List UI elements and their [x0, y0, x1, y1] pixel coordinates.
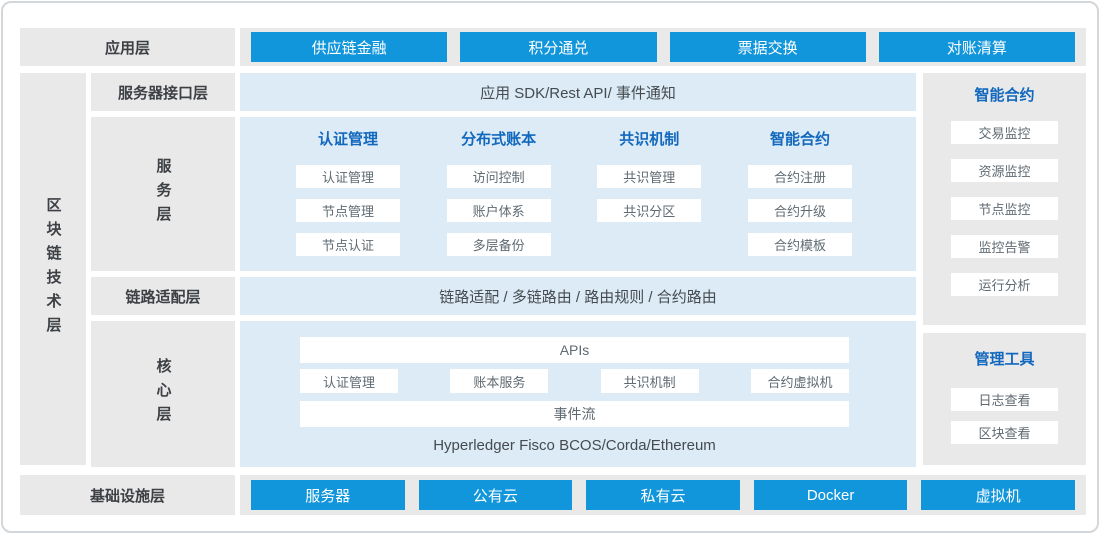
- core-item: 合约虚拟机: [751, 369, 849, 393]
- monitor-panel-header: 智能合约: [974, 85, 1034, 107]
- blockchain-tech-layer-label: 区块链技术层: [20, 73, 86, 465]
- service-item: 合约模板: [748, 233, 852, 256]
- core-platforms-text: Hyperledger Fisco BCOS/Corda/Ethereum: [300, 435, 849, 457]
- app-button-points-exchange: 积分通兑: [460, 32, 656, 62]
- link-adapter-layer-content: 链路适配 / 多链路由 / 路由规则 / 合约路由: [240, 277, 916, 315]
- app-button-supply-chain-finance: 供应链金融: [251, 32, 447, 62]
- infra-button-private-cloud: 私有云: [586, 480, 740, 510]
- service-column-consensus-header: 共识机制: [619, 129, 679, 151]
- tools-panel: 管理工具 日志查看 区块查看: [923, 333, 1086, 465]
- service-item: 合约升级: [748, 199, 852, 222]
- monitor-item: 节点监控: [951, 197, 1058, 220]
- service-layer-panel: 认证管理 认证管理 节点管理 节点认证 分布式账本 访问控制 账户体系 多层备份…: [240, 117, 916, 271]
- service-column-ledger: 分布式账本 访问控制 账户体系 多层备份: [447, 129, 551, 271]
- infra-button-public-cloud: 公有云: [419, 480, 573, 510]
- service-item: 认证管理: [296, 165, 400, 188]
- service-item: 节点管理: [296, 199, 400, 222]
- service-column-auth: 认证管理 认证管理 节点管理 节点认证: [296, 129, 400, 271]
- infra-button-server: 服务器: [251, 480, 405, 510]
- service-item: 节点认证: [296, 233, 400, 256]
- architecture-diagram: 应用层 供应链金融 积分通兑 票据交换 对账清算 区块链技术层 服务器接口层 应…: [1, 1, 1099, 533]
- service-column-contract: 智能合约 合约注册 合约升级 合约模板: [748, 129, 852, 271]
- core-item: 账本服务: [450, 369, 548, 393]
- monitor-item: 运行分析: [951, 273, 1058, 296]
- core-event-stream-bar: 事件流: [300, 401, 849, 427]
- service-column-consensus: 共识机制 共识管理 共识分区: [597, 129, 701, 271]
- server-interface-layer-content: 应用 SDK/Rest API/ 事件通知: [240, 73, 916, 111]
- tools-item: 区块查看: [951, 421, 1058, 444]
- service-column-ledger-header: 分布式账本: [461, 129, 536, 151]
- monitor-panel: 智能合约 交易监控 资源监控 节点监控 监控告警 运行分析: [923, 73, 1086, 325]
- service-column-auth-header: 认证管理: [318, 129, 378, 151]
- core-item: 共识机制: [601, 369, 699, 393]
- infra-button-vm: 虚拟机: [921, 480, 1075, 510]
- tools-panel-header: 管理工具: [974, 349, 1034, 371]
- app-layer-label: 应用层: [20, 28, 235, 66]
- service-item: 访问控制: [447, 165, 551, 188]
- tools-item: 日志查看: [951, 388, 1058, 411]
- monitor-item: 交易监控: [951, 121, 1058, 144]
- infra-button-docker: Docker: [754, 480, 908, 510]
- service-item: 合约注册: [748, 165, 852, 188]
- app-layer-button-row: 供应链金融 积分通兑 票据交换 对账清算: [240, 28, 1086, 66]
- core-item: 认证管理: [300, 369, 398, 393]
- service-column-contract-header: 智能合约: [770, 129, 830, 151]
- service-item: 共识管理: [597, 165, 701, 188]
- infra-layer-label: 基础设施层: [20, 475, 235, 515]
- monitor-item: 监控告警: [951, 235, 1058, 258]
- monitor-item: 资源监控: [951, 159, 1058, 182]
- service-item: 共识分区: [597, 199, 701, 222]
- service-item: 账户体系: [447, 199, 551, 222]
- server-interface-layer-label: 服务器接口层: [91, 73, 235, 111]
- core-items-row: 认证管理 账本服务 共识机制 合约虚拟机: [300, 369, 849, 393]
- infra-layer-button-row: 服务器 公有云 私有云 Docker 虚拟机: [240, 475, 1086, 515]
- link-adapter-layer-label: 链路适配层: [91, 277, 235, 315]
- app-button-bill-exchange: 票据交换: [670, 32, 866, 62]
- service-layer-label: 服务层: [91, 117, 235, 271]
- core-layer-panel: APIs 认证管理 账本服务 共识机制 合约虚拟机 事件流 Hyperledge…: [240, 321, 916, 467]
- core-layer-label: 核心层: [91, 321, 235, 467]
- core-apis-bar: APIs: [300, 337, 849, 363]
- service-item: 多层备份: [447, 233, 551, 256]
- app-button-reconciliation-clearing: 对账清算: [879, 32, 1075, 62]
